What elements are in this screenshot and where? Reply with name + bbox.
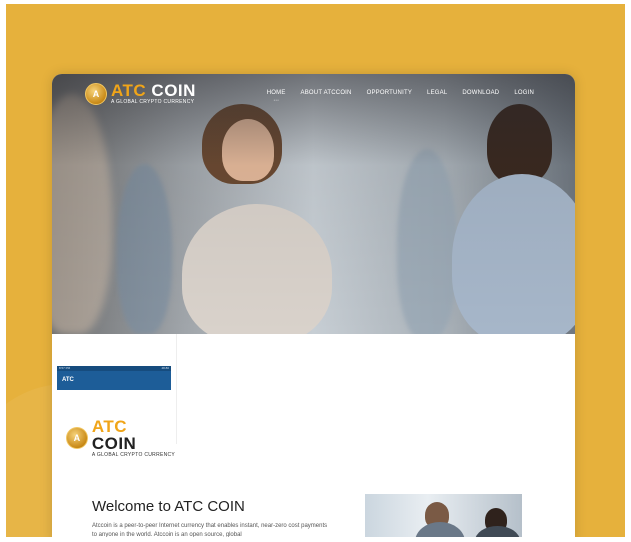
nav-home[interactable]: HOME xyxy=(267,90,286,96)
brand-name-coin: COIN xyxy=(151,81,196,100)
main-nav: HOME ABOUT ATCCOIN OPPORTUNITY LEGAL DOW… xyxy=(252,90,534,96)
brand-name-atc: ATC xyxy=(111,81,147,100)
nav-opportunity[interactable]: OPPORTUNITY xyxy=(367,90,412,96)
app-title-bar: ATC xyxy=(57,371,171,390)
website-frame: A ATC COIN A GLOBAL CRYPTO CURRENCY HOME… xyxy=(52,74,575,537)
nav-about[interactable]: ABOUT ATCCOIN xyxy=(301,90,352,96)
welcome-paragraph: Atccoin is a peer-to-peer Internet curre… xyxy=(92,523,328,537)
nav-download[interactable]: DOWNLOAD xyxy=(462,90,499,96)
hero-banner: A ATC COIN A GLOBAL CRYPTO CURRENCY HOME… xyxy=(52,74,575,334)
brand-logo[interactable]: A ATC COIN A GLOBAL CRYPTO CURRENCY xyxy=(85,82,196,105)
coin-icon: A xyxy=(85,82,107,105)
app-brand-logo: A ATC COIN A GLOBAL CRYPTO CURRENCY xyxy=(66,418,176,458)
app-preview: 8:57 PM 48.80 ATC A ATC COIN A GLOBAL CRY… xyxy=(52,334,177,458)
office-photo xyxy=(365,494,522,537)
coin-icon: A xyxy=(66,427,88,449)
welcome-heading: Welcome to ATC COIN xyxy=(92,498,245,515)
page-background: A ATC COIN A GLOBAL CRYPTO CURRENCY HOME… xyxy=(6,4,625,537)
nav-legal[interactable]: LEGAL xyxy=(427,90,447,96)
nav-login[interactable]: LOGIN xyxy=(514,90,534,96)
brand-tagline: A GLOBAL CRYPTO CURRENCY xyxy=(111,99,195,105)
